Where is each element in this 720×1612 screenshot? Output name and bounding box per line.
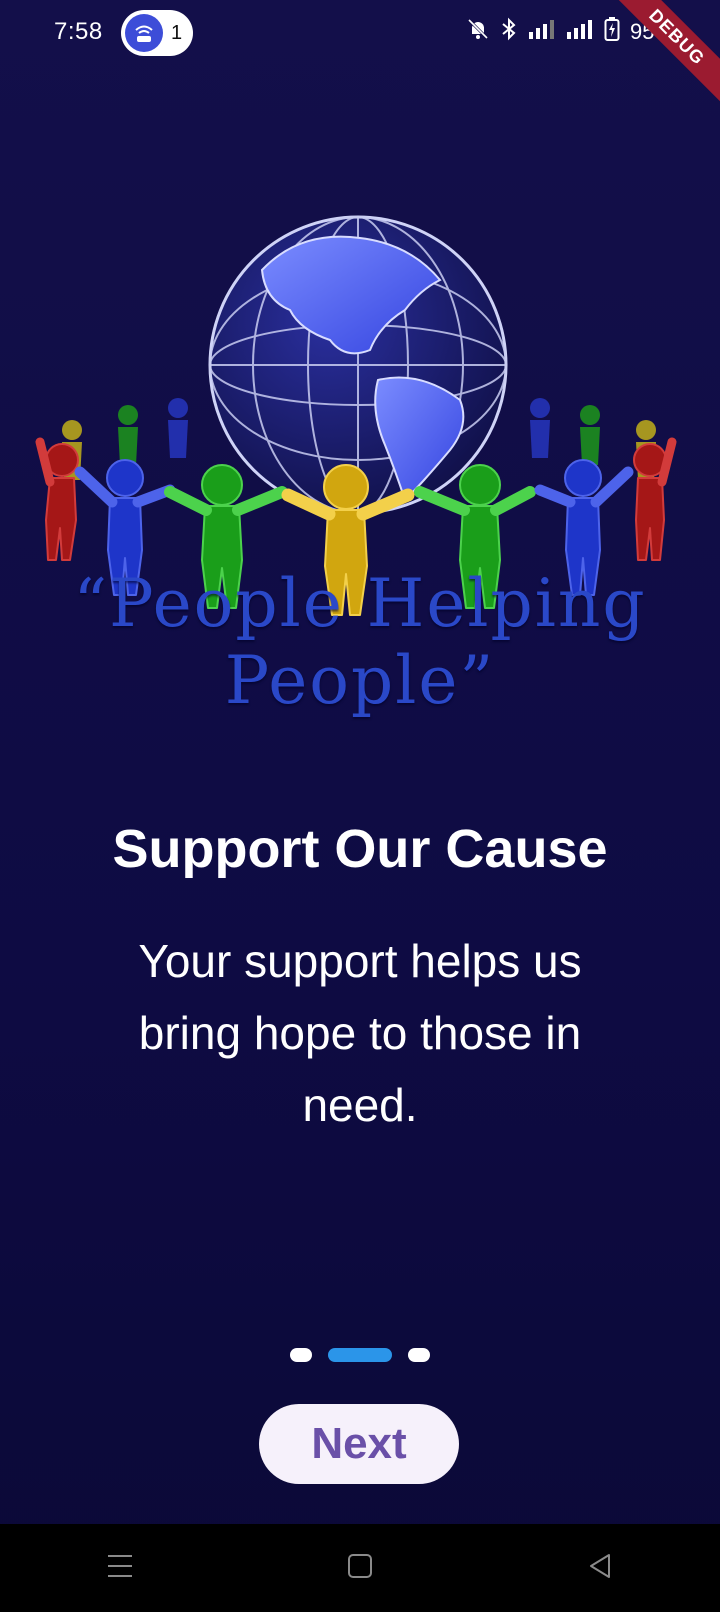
wifi-router-icon [125, 14, 163, 52]
home-button[interactable] [320, 1538, 400, 1598]
page-dot-2-active[interactable] [328, 1348, 392, 1362]
menu-icon [106, 1553, 134, 1584]
notification-count: 1 [171, 21, 183, 44]
onboarding-description: Your support helps us bring hope to thos… [138, 935, 582, 1131]
next-button[interactable]: Next [259, 1404, 459, 1484]
signal-icon [528, 18, 556, 46]
page-dot-1[interactable] [290, 1348, 312, 1362]
logo-tagline: “People Helping People” [73, 565, 647, 719]
home-icon [347, 1553, 373, 1584]
bluetooth-icon [500, 17, 518, 47]
mute-icon [466, 17, 490, 47]
battery-icon [604, 16, 620, 48]
onboarding-screen: 7:58 1 DEBUG “People Helping People” Sup… [0, 0, 720, 1612]
status-time: 7:58 [54, 18, 103, 45]
system-nav-bar [0, 1524, 720, 1612]
onboarding-title: Support Our Cause [112, 819, 608, 879]
menu-button[interactable] [80, 1538, 160, 1598]
status-bar: 7:58 1 DEBUG [0, 0, 720, 115]
back-icon [587, 1553, 613, 1584]
page-indicator [0, 1348, 720, 1362]
notification-pill[interactable]: 1 [121, 10, 193, 56]
page-dot-3[interactable] [408, 1348, 430, 1362]
signal-icon-2 [566, 18, 594, 46]
back-button[interactable] [560, 1538, 640, 1598]
